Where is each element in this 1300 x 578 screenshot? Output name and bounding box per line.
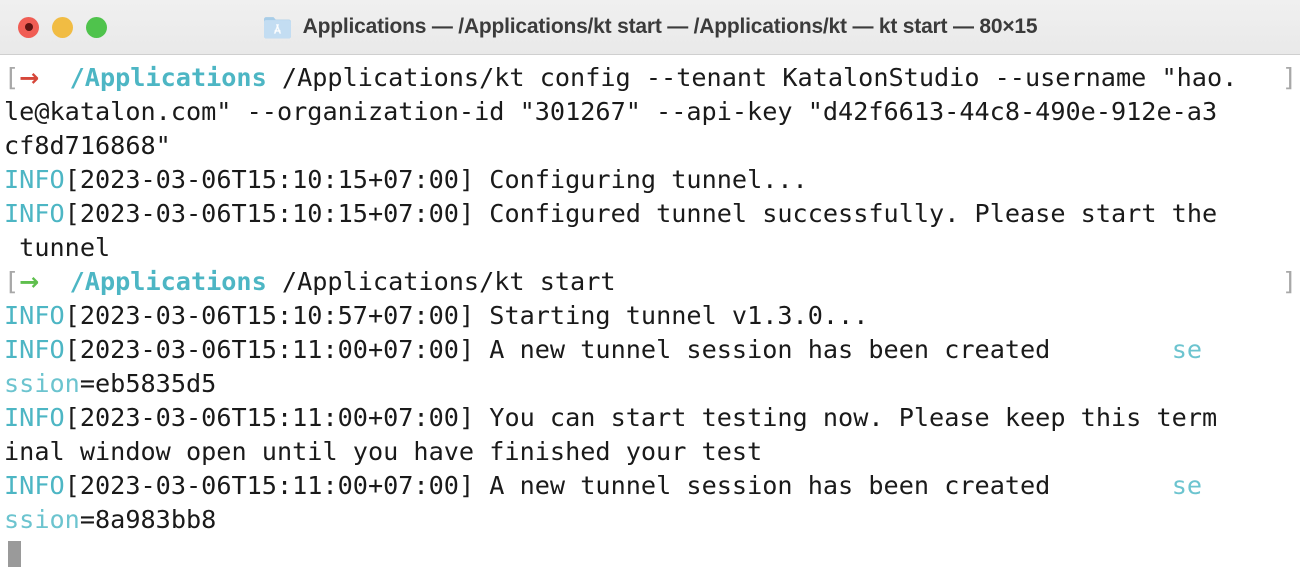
line-wrap-marker: ] <box>1281 63 1297 92</box>
prompt-bracket: [ <box>4 63 20 92</box>
terminal-line: cf8d716868" <box>0 129 1300 163</box>
title-bar[interactable]: Applications — /Applications/kt start — … <box>0 0 1300 55</box>
log-message-wrap: inal window open until you have finished… <box>4 437 763 466</box>
prompt-command: /Applications/kt start <box>266 267 616 296</box>
prompt-command: /Applications/kt config --tenant Katalon… <box>266 63 1238 92</box>
log-field-key: ssion <box>4 369 80 398</box>
terminal-line: INFO[2023-03-06T15:10:15+07:00] Configur… <box>0 163 1300 197</box>
prompt-status-arrow: → <box>19 268 40 296</box>
log-timestamp: [2023-03-06T15:10:57+07:00] <box>64 301 475 330</box>
applications-folder-icon <box>263 15 292 40</box>
log-level: INFO <box>4 471 65 500</box>
prompt-cwd: /Applications <box>69 63 267 92</box>
terminal-line <box>0 537 1300 571</box>
terminal-line: INFO[2023-03-06T15:10:15+07:00] Configur… <box>0 197 1300 231</box>
log-message: A new tunnel session has been created <box>474 471 1051 500</box>
terminal-line: INFO[2023-03-06T15:11:00+07:00] A new tu… <box>0 333 1300 367</box>
window-title: Applications — /Applications/kt start — … <box>302 15 1038 38</box>
log-message: You can start testing now. Please keep t… <box>474 403 1218 432</box>
terminal-cursor <box>8 541 21 567</box>
log-message-wrap: le@katalon.com" --organization-id "30126… <box>4 97 1218 126</box>
log-level: INFO <box>4 335 65 364</box>
log-message-wrap: tunnel <box>4 233 111 262</box>
log-field-key: ssion <box>4 505 80 534</box>
log-level: INFO <box>4 199 65 228</box>
terminal-output[interactable]: [→ /Applications /Applications/kt config… <box>0 55 1300 578</box>
log-field-key: se <box>1171 471 1203 500</box>
terminal-line: [→ /Applications /Applications/kt config… <box>0 61 1300 95</box>
log-field-value: =8a983bb8 <box>79 505 217 534</box>
terminal-line: ssion=8a983bb8 <box>0 503 1300 537</box>
log-field-key: se <box>1171 335 1203 364</box>
zoom-button[interactable] <box>86 16 107 38</box>
terminal-line: INFO[2023-03-06T15:10:57+07:00] Starting… <box>0 299 1300 333</box>
log-field-value: =eb5835d5 <box>79 369 217 398</box>
terminal-line: INFO[2023-03-06T15:11:00+07:00] A new tu… <box>0 469 1300 503</box>
prompt-cwd: /Applications <box>69 267 267 296</box>
terminal-line: ssion=eb5835d5 <box>0 367 1300 401</box>
title-area: Applications — /Applications/kt start — … <box>0 0 1300 54</box>
terminal-line: [→ /Applications /Applications/kt start] <box>0 265 1300 299</box>
prompt-bracket: [ <box>4 267 20 296</box>
terminal-line: inal window open until you have finished… <box>0 435 1300 469</box>
log-timestamp: [2023-03-06T15:11:00+07:00] <box>64 403 475 432</box>
log-timestamp: [2023-03-06T15:11:00+07:00] <box>64 471 475 500</box>
log-message: Configuring tunnel... <box>474 165 808 194</box>
log-message: Starting tunnel v1.3.0... <box>474 301 869 330</box>
log-message-wrap: cf8d716868" <box>4 131 171 160</box>
terminal-line: INFO[2023-03-06T15:11:00+07:00] You can … <box>0 401 1300 435</box>
minimize-button[interactable] <box>52 16 73 38</box>
log-message: Configured tunnel successfully. Please s… <box>474 199 1218 228</box>
line-wrap-marker: ] <box>1281 267 1297 296</box>
log-level: INFO <box>4 301 65 330</box>
log-timestamp: [2023-03-06T15:10:15+07:00] <box>64 199 475 228</box>
log-message: A new tunnel session has been created <box>474 335 1051 364</box>
log-level: INFO <box>4 403 65 432</box>
log-timestamp: [2023-03-06T15:10:15+07:00] <box>64 165 475 194</box>
terminal-line: tunnel <box>0 231 1300 265</box>
terminal-line: le@katalon.com" --organization-id "30126… <box>0 95 1300 129</box>
terminal-window: Applications — /Applications/kt start — … <box>0 0 1300 578</box>
close-button[interactable] <box>18 16 39 38</box>
log-timestamp: [2023-03-06T15:11:00+07:00] <box>64 335 475 364</box>
window-controls <box>0 16 107 38</box>
prompt-status-arrow: → <box>19 64 40 92</box>
log-level: INFO <box>4 165 65 194</box>
